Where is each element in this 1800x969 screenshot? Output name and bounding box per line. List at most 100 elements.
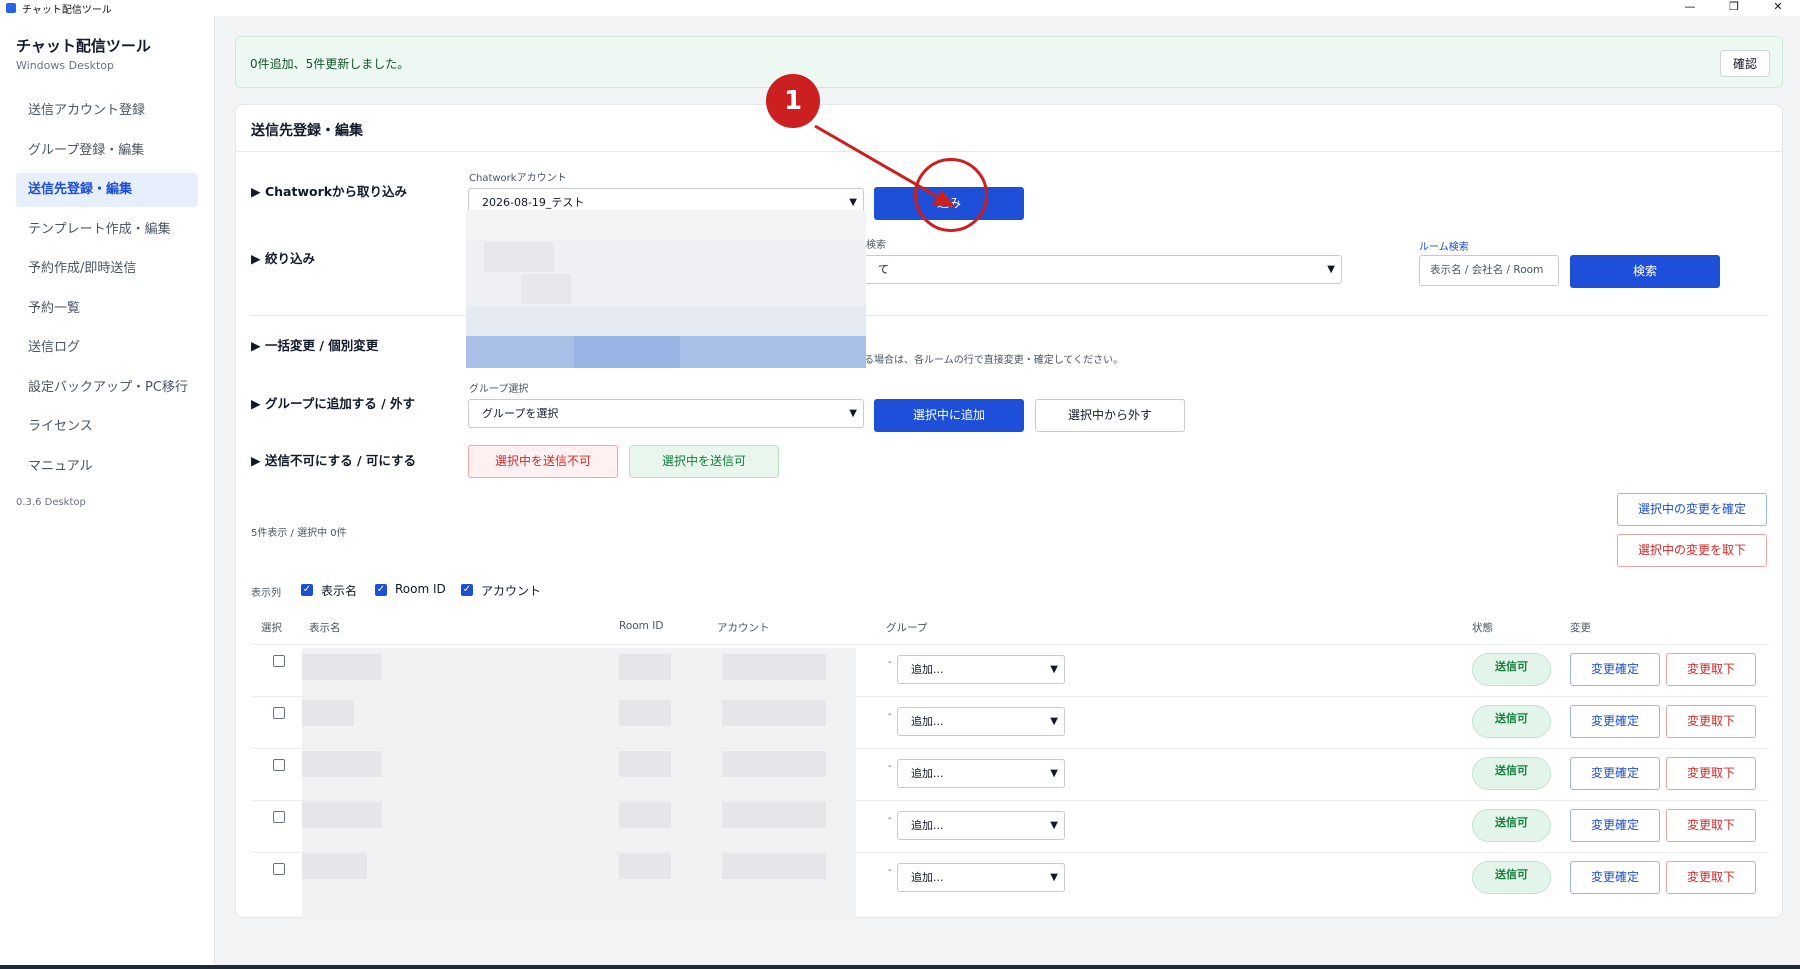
panel-title-divider (236, 151, 1782, 152)
filter-select[interactable]: て ▼ (864, 255, 1342, 284)
sidebar-app-subtitle: Windows Desktop (16, 59, 114, 72)
row-group-select-value: 追加... (911, 871, 944, 884)
row-group-current: - (888, 761, 892, 772)
row-confirm-button[interactable]: 変更確定 (1570, 757, 1660, 790)
row-revert-button[interactable]: 変更取下 (1666, 809, 1756, 842)
enable-send-button[interactable]: 選択中を送信可 (629, 445, 779, 478)
row-revert-button[interactable]: 変更取下 (1666, 861, 1756, 894)
sidebar-item-group-edit[interactable]: グループ登録・編集 (16, 134, 198, 168)
table-row-line (251, 852, 1769, 853)
row-confirm-button[interactable]: 変更確定 (1570, 861, 1660, 894)
row-group-select[interactable]: 追加... ▼ (897, 863, 1065, 892)
account-column-label: アカウント (481, 584, 542, 598)
row-group-select[interactable]: 追加... ▼ (897, 759, 1065, 788)
status-badge: 送信可 (1472, 705, 1551, 738)
count-text: 5件表示 / 選択中 0件 (251, 528, 347, 539)
sidebar-item-schedule-send[interactable]: 予約作成/即時送信 (16, 252, 198, 286)
group-select-value: グループを選択 (482, 407, 559, 420)
th-room-id: Room ID (619, 620, 664, 632)
row-group-select[interactable]: 追加... ▼ (897, 811, 1065, 840)
row-confirm-button[interactable]: 変更確定 (1570, 809, 1660, 842)
row-confirm-button[interactable]: 変更確定 (1570, 705, 1660, 738)
row-group-select-value: 追加... (911, 819, 944, 832)
th-status: 状態 (1472, 622, 1493, 634)
confirm-selected-button[interactable]: 選択中の変更を確定 (1617, 493, 1767, 526)
success-notice: 0件追加、5件更新しました。 確認 (235, 36, 1783, 88)
window-titlebar: チャット配信ツール — ❐ ✕ (0, 0, 1800, 16)
sidebar-item-manual[interactable]: マニュアル (16, 450, 198, 484)
group-select[interactable]: グループを選択 ▼ (468, 399, 864, 428)
sidebar-item-license[interactable]: ライセンス (16, 410, 198, 444)
row-group-select[interactable]: 追加... ▼ (897, 707, 1065, 736)
sidebar-item-schedule-list[interactable]: 予約一覧 (16, 292, 198, 326)
filter-select-label: 検索 (866, 240, 886, 251)
row-revert-button[interactable]: 変更取下 (1666, 757, 1756, 790)
row-checkbox[interactable] (273, 811, 285, 823)
th-change: 変更 (1570, 622, 1591, 634)
sidebar-item-template-edit[interactable]: テンプレート作成・編集 (16, 213, 198, 247)
window-controls: — ❐ ✕ (1668, 0, 1800, 16)
checkbox-name-column[interactable]: ✓ (301, 584, 313, 596)
th-select: 選択 (261, 622, 282, 634)
row-group-current: - (888, 709, 892, 720)
chevron-down-icon: ▼ (849, 408, 857, 419)
chevron-down-icon: ▼ (1050, 872, 1058, 883)
sidebar-app-title: チャット配信ツール (16, 37, 151, 55)
row-revert-button[interactable]: 変更取下 (1666, 653, 1756, 686)
send-status-section-label: ▶ 送信不可にする / 可にする (251, 453, 416, 468)
checkbox-account-column[interactable]: ✓ (461, 584, 473, 596)
minimize-icon[interactable]: — (1668, 0, 1712, 16)
row-group-current: - (888, 657, 892, 668)
status-badge: 送信可 (1472, 809, 1551, 842)
columns-label: 表示列 (251, 588, 281, 599)
sidebar-item-account-register[interactable]: 送信アカウント登録 (16, 94, 198, 128)
row-group-select[interactable]: 追加... ▼ (897, 655, 1065, 684)
chevron-down-icon: ▼ (1050, 820, 1058, 831)
row-revert-button[interactable]: 変更取下 (1666, 705, 1756, 738)
room-search-input[interactable]: 表示名 / 会社名 / Room (1419, 255, 1559, 286)
roomid-column-label: Room ID (395, 582, 446, 596)
status-badge: 送信可 (1472, 653, 1551, 686)
sidebar-nav: 送信アカウント登録 グループ登録・編集 送信先登録・編集 テンプレート作成・編集… (16, 94, 198, 489)
row-confirm-button[interactable]: 変更確定 (1570, 653, 1660, 686)
chevron-down-icon: ▼ (1050, 768, 1058, 779)
row-group-current: - (888, 813, 892, 824)
import-section-label: ▶ Chatworkから取り込み (251, 184, 408, 199)
row-checkbox[interactable] (273, 707, 285, 719)
th-name: 表示名 (309, 622, 341, 634)
group-select-label: グループ選択 (469, 384, 529, 395)
bulk-hint-text: る場合は、各ルームの行で直接変更・確定してください。 (864, 355, 1124, 366)
app-icon (6, 3, 16, 13)
chevron-down-icon: ▼ (1050, 716, 1058, 727)
remove-from-group-button[interactable]: 選択中から外す (1035, 399, 1185, 432)
status-badge: 送信可 (1472, 757, 1551, 790)
search-button[interactable]: 検索 (1570, 255, 1720, 288)
add-to-group-button[interactable]: 選択中に追加 (874, 399, 1024, 432)
row-checkbox[interactable] (273, 759, 285, 771)
annotation-circle (914, 158, 988, 232)
redacted-dropdown-list (466, 210, 866, 368)
row-checkbox[interactable] (273, 655, 285, 667)
row-group-select-value: 追加... (911, 715, 944, 728)
panel-title: 送信先登録・編集 (251, 123, 363, 139)
annotation-badge: 1 (766, 74, 820, 128)
group-section-label: ▶ グループに追加する / 外す (251, 396, 415, 411)
row-checkbox[interactable] (273, 863, 285, 875)
taskbar-edge (0, 965, 1800, 969)
window-title: チャット配信ツール (22, 4, 112, 16)
redacted-columns (302, 648, 856, 918)
revert-selected-button[interactable]: 選択中の変更を取下 (1617, 534, 1767, 567)
sidebar-item-send-log[interactable]: 送信ログ (16, 331, 198, 365)
close-icon[interactable]: ✕ (1756, 0, 1800, 16)
filter-section-label: ▶ 絞り込み (251, 251, 315, 266)
notice-confirm-button[interactable]: 確認 (1720, 50, 1770, 77)
disable-send-button[interactable]: 選択中を送信不可 (468, 445, 618, 478)
sidebar-item-backup[interactable]: 設定バックアップ・PC移行 (16, 371, 198, 405)
sidebar-item-recipient-edit[interactable]: 送信先登録・編集 (16, 173, 198, 207)
checkbox-roomid-column[interactable]: ✓ (375, 584, 387, 596)
maximize-icon[interactable]: ❐ (1712, 0, 1756, 16)
table-row-line (251, 696, 1769, 697)
notice-text: 0件追加、5件更新しました。 (250, 57, 410, 71)
row-group-current: - (888, 865, 892, 876)
th-group: グループ (886, 622, 928, 634)
